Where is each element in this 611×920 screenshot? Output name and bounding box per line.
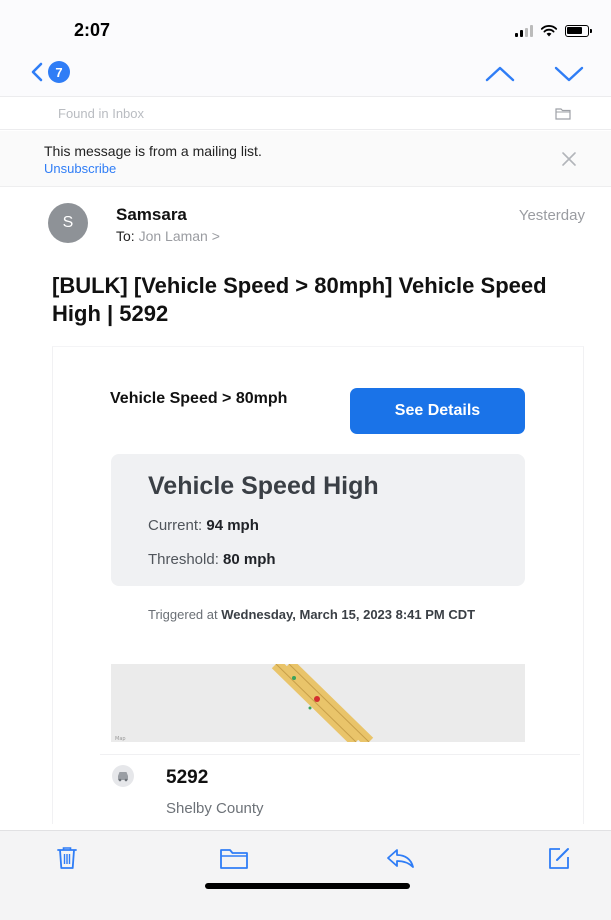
- unsubscribe-link[interactable]: Unsubscribe: [44, 161, 116, 176]
- location-map[interactable]: Map: [111, 664, 525, 742]
- home-indicator: [205, 883, 410, 889]
- current-speed: Current: 94 mph: [148, 517, 259, 534]
- nav-bar: 7: [0, 52, 611, 96]
- reply-icon[interactable]: [384, 845, 416, 871]
- car-icon: [112, 765, 134, 787]
- trash-icon[interactable]: [54, 845, 80, 871]
- chevron-up-icon[interactable]: [484, 64, 516, 84]
- chevron-down-icon[interactable]: [553, 64, 585, 84]
- status-time: 2:07: [74, 20, 111, 40]
- battery-icon: [565, 24, 592, 37]
- vehicle-id: 5292: [166, 767, 209, 788]
- threshold-value: 80 mph: [223, 551, 276, 568]
- mailing-list-banner: This message is from a mailing list. Uns…: [0, 131, 611, 187]
- recipient-line[interactable]: To: Jon Laman >: [116, 228, 220, 244]
- bottom-toolbar: [0, 830, 611, 920]
- status-icons: [515, 24, 592, 37]
- back-button[interactable]: 7: [30, 61, 70, 83]
- avatar[interactable]: S: [48, 203, 88, 243]
- sender-name[interactable]: Samsara: [116, 205, 187, 225]
- unread-count-badge: 7: [48, 61, 70, 83]
- vehicle-location-marker: [314, 696, 320, 702]
- folder-icon: [555, 108, 571, 120]
- triggered-prefix: Triggered at: [148, 607, 218, 622]
- email-subject: [BULK] [Vehicle Speed > 80mph] Vehicle S…: [52, 273, 547, 326]
- triggered-time: Triggered at Wednesday, March 15, 2023 8…: [148, 605, 508, 624]
- threshold-label: Threshold:: [148, 551, 219, 568]
- status-bar: 2:07: [0, 0, 611, 52]
- wifi-icon: [540, 25, 558, 37]
- threshold-speed: Threshold: 80 mph: [148, 551, 276, 568]
- current-label: Current:: [148, 517, 203, 534]
- svg-text:Map: Map: [115, 736, 126, 742]
- mailing-list-message: This message is from a mailing list.: [44, 143, 262, 159]
- recipient-name: Jon Laman >: [138, 228, 220, 244]
- folder-row[interactable]: Found in Inbox: [0, 96, 611, 130]
- map-roads: Map: [111, 664, 525, 742]
- folder-move-icon[interactable]: [218, 845, 250, 871]
- compose-icon[interactable]: [546, 845, 572, 871]
- chevron-left-icon: [31, 62, 43, 82]
- vehicle-row[interactable]: 5292 Shelby County: [100, 754, 580, 818]
- to-label: To:: [116, 228, 135, 244]
- current-value: 94 mph: [206, 517, 259, 534]
- folder-label: Found in Inbox: [58, 106, 145, 121]
- vehicle-county: Shelby County: [166, 800, 264, 817]
- signal-icon: [515, 24, 533, 37]
- triggered-datetime: Wednesday, March 15, 2023 8:41 PM CDT: [221, 607, 476, 622]
- close-icon[interactable]: [561, 151, 577, 167]
- speed-heading: Vehicle Speed High: [148, 472, 379, 500]
- email-date: Yesterday: [518, 207, 585, 224]
- see-details-button[interactable]: See Details: [350, 388, 525, 434]
- alert-title: Vehicle Speed > 80mph: [110, 390, 288, 407]
